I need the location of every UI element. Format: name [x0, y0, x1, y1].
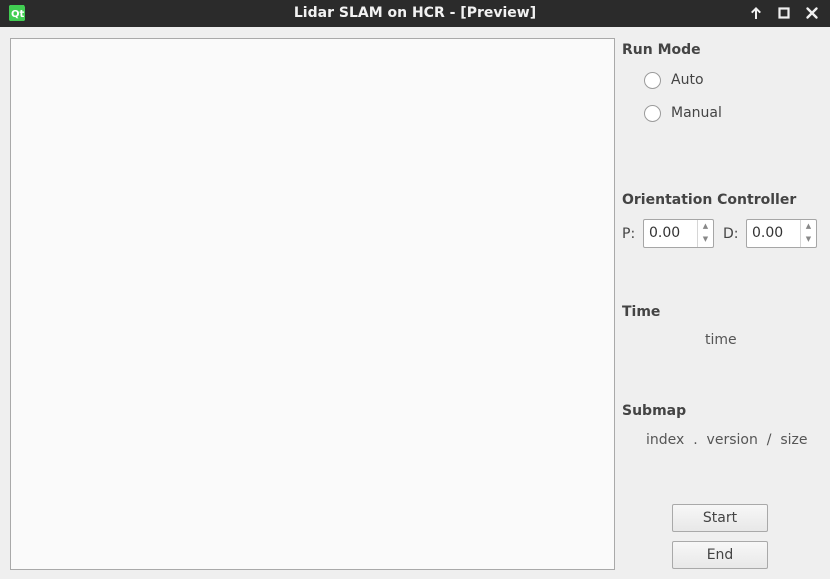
d-spinbox[interactable]: 0.00 ▲ ▼ [746, 219, 817, 248]
auto-radio-label[interactable]: Auto [671, 72, 704, 88]
close-icon[interactable] [803, 4, 821, 22]
d-label: D: [723, 226, 739, 242]
triangle-down-icon[interactable]: ▼ [698, 233, 713, 246]
manual-radio-indicator[interactable] [644, 105, 661, 122]
d-value[interactable]: 0.00 [752, 225, 783, 241]
manual-radio-label[interactable]: Manual [671, 105, 722, 121]
submap-value: index . version / size [646, 432, 808, 448]
window-title: Lidar SLAM on HCR - [Preview] [293, 5, 537, 21]
triangle-up-icon[interactable]: ▲ [698, 220, 713, 233]
map-canvas[interactable] [10, 38, 615, 570]
triangle-down-icon[interactable]: ▼ [801, 233, 816, 246]
p-spinbox[interactable]: 0.00 ▲ ▼ [643, 219, 714, 248]
p-spin-buttons: ▲ ▼ [697, 220, 713, 247]
submap-label: Submap [622, 403, 687, 419]
time-label: Time [622, 304, 661, 320]
p-value[interactable]: 0.00 [649, 225, 680, 241]
run-mode-label: Run Mode [622, 42, 701, 58]
title-bar: Qt Lidar SLAM on HCR - [Preview] [0, 0, 830, 27]
triangle-up-icon[interactable]: ▲ [801, 220, 816, 233]
d-spin-buttons: ▲ ▼ [800, 220, 816, 247]
auto-radio-indicator[interactable] [644, 72, 661, 89]
time-value: time [705, 332, 737, 348]
maximize-icon[interactable] [775, 4, 793, 22]
p-label: P: [622, 226, 636, 242]
orientation-controller-label: Orientation Controller [622, 192, 797, 208]
end-button[interactable]: End [672, 541, 768, 569]
start-button[interactable]: Start [672, 504, 768, 532]
arrow-up-icon[interactable] [747, 4, 765, 22]
